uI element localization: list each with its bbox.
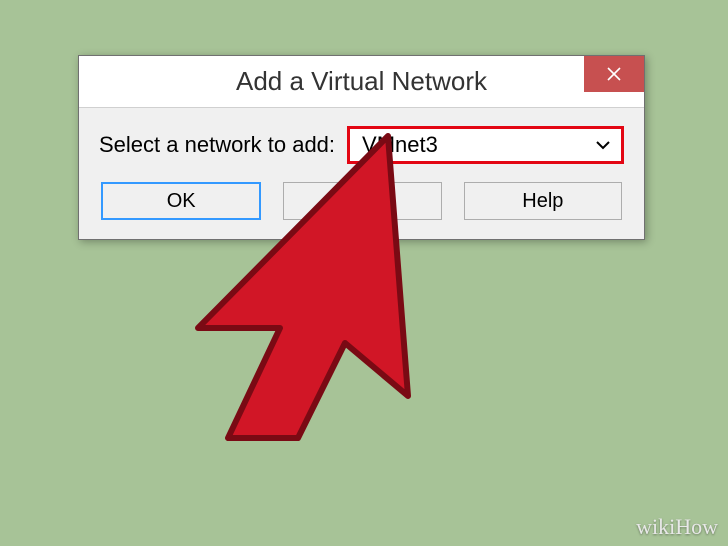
help-button[interactable]: Help [464, 182, 622, 220]
ok-button[interactable]: OK [101, 182, 261, 220]
titlebar: Add a Virtual Network [79, 56, 644, 108]
dropdown-value: VMnet3 [362, 132, 438, 158]
network-select-label: Select a network to add: [99, 132, 335, 158]
cancel-button[interactable]: Cancel [283, 182, 441, 220]
watermark: wikiHow [636, 514, 718, 540]
chevron-down-icon [595, 140, 611, 150]
network-select-row: Select a network to add: VMnet3 [99, 126, 624, 164]
dialog-title: Add a Virtual Network [79, 66, 644, 97]
network-dropdown[interactable]: VMnet3 [347, 126, 624, 164]
add-virtual-network-dialog: Add a Virtual Network Select a network t… [78, 55, 645, 240]
button-row: OK Cancel Help [99, 182, 624, 220]
close-icon [607, 67, 621, 81]
dialog-content: Select a network to add: VMnet3 OK Cance… [79, 108, 644, 220]
close-button[interactable] [584, 56, 644, 92]
